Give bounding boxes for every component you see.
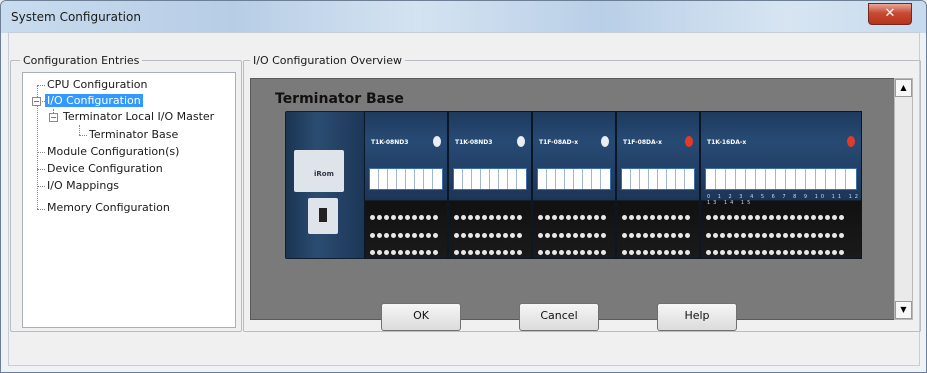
collapse-icon[interactable]: − [32, 97, 41, 106]
terminal-dots [537, 228, 611, 238]
terminal-dots [369, 245, 443, 255]
ok-button[interactable]: OK [381, 303, 461, 331]
terminal-strip [453, 168, 527, 190]
tree-item-terminator-local-io-master[interactable]: Terminator Local I/O Master [63, 110, 214, 124]
io-configuration-overview-label: I/O Configuration Overview [250, 54, 405, 67]
module-name: T1K-16DA-x [707, 139, 747, 146]
io-module-2[interactable]: T1K-08ND3 [448, 111, 532, 259]
terminal-dots [621, 228, 695, 238]
terminal-strip [369, 168, 443, 190]
scroll-up-icon[interactable]: ▲ [895, 79, 912, 97]
terminal-dots [621, 245, 695, 255]
tree-item-cpu-configuration[interactable]: CPU Configuration [47, 78, 147, 92]
io-overview-canvas[interactable]: Terminator Base iRom T1K-08ND3 T1K-08ND3… [250, 78, 895, 320]
channel-numbers: 0 1 2 3 4 5 6 7 8 9 10 11 12 13 14 15 [707, 194, 861, 206]
terminator-base-title: Terminator Base [275, 91, 404, 107]
cancel-button[interactable]: Cancel [519, 303, 599, 331]
help-button[interactable]: Help [657, 303, 737, 331]
module-name: T1F-08AD-x [539, 139, 579, 146]
terminal-dots [621, 210, 695, 220]
terminal-dots [369, 228, 443, 238]
configuration-tree[interactable]: CPU Configuration − I/O Configuration − … [22, 72, 236, 328]
terminal-dots [453, 228, 527, 238]
tree-item-io-configuration[interactable]: I/O Configuration [45, 94, 143, 108]
terminal-dots [537, 210, 611, 220]
status-oval-icon [517, 136, 525, 147]
cpu-port [308, 198, 338, 234]
terminal-dots [537, 245, 611, 255]
close-icon[interactable]: ✕ [868, 3, 912, 25]
tree-item-terminator-base[interactable]: Terminator Base [89, 128, 178, 142]
vertical-scrollbar[interactable]: ▲ ▼ [894, 78, 913, 320]
terminal-strip [537, 168, 611, 190]
terminal-dots [369, 210, 443, 220]
io-module-3[interactable]: T1F-08AD-x [532, 111, 616, 259]
window-title: System Configuration [11, 10, 141, 24]
tree-item-memory-configuration[interactable]: Memory Configuration [47, 201, 170, 215]
status-oval-icon [685, 136, 693, 147]
terminal-dots [453, 210, 527, 220]
status-oval-icon [601, 136, 609, 147]
tree-item-io-mappings[interactable]: I/O Mappings [47, 179, 119, 193]
status-oval-icon [847, 136, 855, 147]
cpu-label-plate: iRom [294, 150, 344, 192]
terminal-strip [621, 168, 695, 190]
terminal-dots [453, 245, 527, 255]
configuration-entries-label: Configuration Entries [20, 54, 143, 67]
terminal-dots [705, 210, 857, 220]
module-name: T1K-08ND3 [455, 139, 493, 146]
collapse-icon[interactable]: − [49, 113, 58, 122]
scroll-down-icon[interactable]: ▼ [895, 301, 912, 319]
terminal-dots [705, 228, 857, 238]
io-module-4[interactable]: T1F-08DA-x [616, 111, 700, 259]
tree-item-device-configuration[interactable]: Device Configuration [47, 162, 163, 176]
module-name: T1K-08ND3 [371, 139, 409, 146]
io-module-5[interactable]: T1K-16DA-x 0 1 2 3 4 5 6 7 8 9 10 11 12 … [700, 111, 862, 259]
module-name: T1F-08DA-x [623, 139, 663, 146]
title-bar[interactable]: System Configuration ✕ [1, 1, 926, 33]
cpu-brand: iRom [314, 170, 334, 178]
terminal-dots [705, 245, 857, 255]
io-module-1[interactable]: T1K-08ND3 [364, 111, 448, 259]
terminal-strip [705, 168, 857, 190]
tree-item-module-configuration[interactable]: Module Configuration(s) [47, 145, 179, 159]
status-oval-icon [433, 136, 441, 147]
cpu-module[interactable]: iRom [285, 111, 365, 259]
